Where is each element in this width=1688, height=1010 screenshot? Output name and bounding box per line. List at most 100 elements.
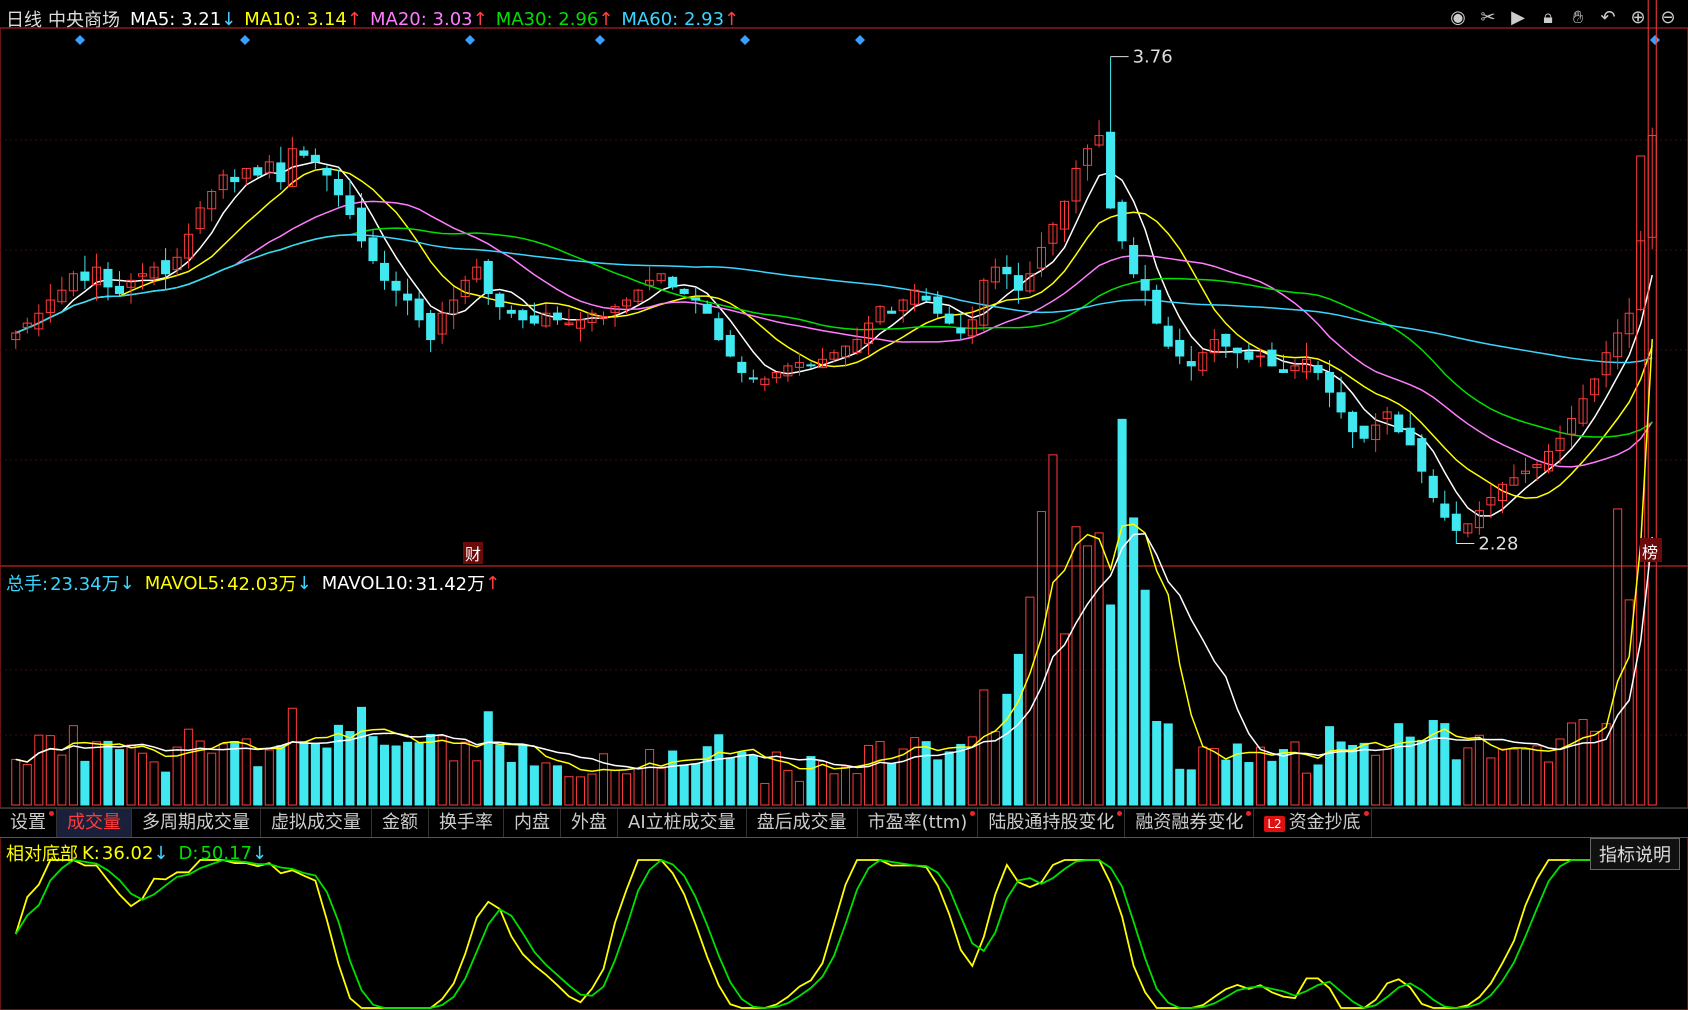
- tab-1[interactable]: 成交量: [57, 809, 132, 837]
- volume-bar: [1267, 760, 1277, 806]
- candle-body: [1129, 244, 1139, 275]
- vol-total-value: 23.34万: [50, 574, 120, 595]
- volume-bar: [817, 760, 828, 806]
- volume-bar: [702, 746, 712, 806]
- candle-body: [368, 237, 378, 262]
- volume-bar: [1359, 742, 1369, 806]
- tab-dot: [1117, 811, 1123, 816]
- tab-4[interactable]: 金额: [372, 809, 429, 837]
- volume-bar: [1371, 754, 1381, 806]
- volume-bar: [1071, 526, 1081, 806]
- event-diamond: [1650, 35, 1660, 45]
- volume-bar: [1348, 744, 1358, 806]
- volume-bar: [264, 749, 274, 806]
- candle-body: [1348, 411, 1358, 433]
- candle-body: [414, 298, 424, 321]
- k-arrow: ↓: [153, 842, 169, 864]
- tab-label: 外盘: [571, 812, 607, 833]
- ma5-line: [15, 161, 1653, 517]
- volume-bar: [91, 741, 101, 806]
- candle-body: [1002, 266, 1012, 275]
- tab-dot: [49, 811, 54, 816]
- candle-body: [1428, 475, 1438, 498]
- volume-bar: [1002, 693, 1012, 806]
- volume-bar: [1244, 762, 1254, 806]
- volume-bar: [610, 769, 620, 806]
- volume-bar: [483, 711, 493, 806]
- volume-bar: [414, 742, 424, 806]
- volume-bar: [783, 769, 793, 806]
- volume-bar: [34, 734, 44, 806]
- volume-bar: [1497, 748, 1507, 806]
- candle-body: [1394, 414, 1404, 433]
- volume-bar: [1405, 736, 1415, 806]
- d-value: 50.17: [200, 842, 252, 864]
- tab-dot: [1246, 811, 1252, 816]
- candle-body: [356, 207, 367, 242]
- candle-body: [1336, 392, 1346, 413]
- volume-bar: [575, 776, 585, 806]
- tab-3[interactable]: 虚拟成交量: [261, 809, 372, 837]
- volume-bar: [126, 744, 136, 806]
- mavol5-arrow: ↓: [296, 572, 312, 594]
- candle-body: [1313, 364, 1323, 373]
- volume-bar: [1117, 418, 1127, 806]
- volume-bar: [1417, 739, 1427, 806]
- tab-12[interactable]: 融资融券变化: [1125, 809, 1255, 837]
- volume-bar: [1509, 748, 1519, 806]
- volume-bar: [1059, 633, 1070, 806]
- ma10-line: [15, 167, 1653, 499]
- indicator-explain-button[interactable]: 指标说明: [1590, 838, 1680, 870]
- volume-bar: [679, 764, 689, 806]
- tab-0[interactable]: 设置: [0, 809, 57, 837]
- tab-5[interactable]: 换手率: [429, 809, 504, 837]
- volume-bar: [1463, 747, 1473, 806]
- volume-bar: [1440, 723, 1450, 806]
- volume-bar: [449, 760, 459, 806]
- tab-6[interactable]: 内盘: [504, 809, 561, 837]
- volume-bar: [1543, 761, 1554, 806]
- volume-bar: [552, 765, 562, 806]
- volume-bar: [990, 731, 1000, 806]
- tab-2[interactable]: 多周期成交量: [132, 809, 261, 837]
- event-diamond: [465, 35, 475, 45]
- volume-bar: [11, 758, 21, 806]
- volume-bar: [852, 773, 862, 806]
- volume-ma-lines: [15, 339, 1653, 773]
- candle-body: [1013, 275, 1023, 291]
- volume-bar: [218, 743, 228, 806]
- volume-bar: [529, 765, 539, 806]
- volume-bar: [1152, 721, 1162, 806]
- tab-label: 市盈率(ttm): [867, 812, 968, 833]
- candle-body: [518, 310, 528, 321]
- candle-body: [506, 309, 516, 314]
- tab-10[interactable]: 市盈率(ttm): [858, 809, 979, 837]
- volume-bar: [1613, 508, 1623, 806]
- candle-body: [887, 310, 897, 314]
- candle-body: [230, 176, 240, 183]
- tab-7[interactable]: 外盘: [561, 809, 618, 837]
- volume-bar: [829, 773, 839, 806]
- candle-body: [702, 303, 712, 314]
- tab-9[interactable]: 盘后成交量: [747, 809, 858, 837]
- cai-marker: 财: [465, 545, 481, 564]
- volume-bar: [1163, 723, 1173, 806]
- tab-label: 陆股通持股变化: [988, 812, 1115, 833]
- volume-bar: [956, 743, 966, 806]
- candle-body: [714, 318, 724, 341]
- tab-label: 虚拟成交量: [271, 812, 361, 833]
- tab-13[interactable]: L2 资金抄底: [1254, 809, 1372, 837]
- volume-bar: [944, 751, 954, 806]
- volume-bar: [368, 736, 378, 806]
- volume-bar: [253, 766, 263, 806]
- tab-label: AI立桩成交量: [628, 812, 736, 833]
- candle-body: [80, 271, 90, 281]
- volume-bar: [864, 744, 874, 806]
- volume-bar: [403, 741, 413, 806]
- volume-bar: [1486, 757, 1496, 806]
- tab-8[interactable]: AI立桩成交量: [618, 809, 747, 837]
- candle-body: [1244, 351, 1254, 360]
- volume-bar: [1175, 768, 1185, 806]
- k-value: 36.02: [101, 842, 154, 864]
- tab-11[interactable]: 陆股通持股变化: [978, 809, 1126, 837]
